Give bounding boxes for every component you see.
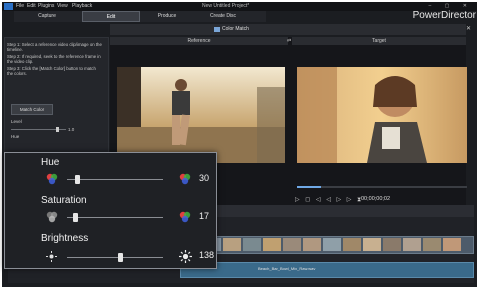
hue-label: Hue bbox=[41, 157, 60, 168]
close-icon[interactable]: ✕ bbox=[466, 25, 471, 32]
clip-thumbnail bbox=[363, 238, 381, 251]
menu-playback[interactable]: Playback bbox=[72, 2, 92, 11]
adjustment-zoom-panel: Hue 30 Saturation 17 Brightness 138 bbox=[4, 152, 217, 269]
hue-slider-handle[interactable] bbox=[74, 175, 80, 184]
document-title: New Untitled Project* bbox=[202, 3, 250, 9]
menu-plugins[interactable]: Plugins bbox=[38, 2, 54, 11]
playback-progress-fill bbox=[297, 186, 321, 188]
video-clip-track[interactable] bbox=[180, 236, 474, 254]
clip-thumbnail bbox=[263, 238, 281, 251]
clip-thumbnail bbox=[323, 238, 341, 251]
mode-tabs: Capture Edit Produce Create Disc bbox=[14, 11, 266, 22]
timecode: 00;00;00;02 bbox=[361, 196, 391, 202]
color-match-icon bbox=[214, 27, 220, 32]
menu-file[interactable]: File bbox=[16, 2, 24, 11]
hue-value: 30 bbox=[199, 173, 210, 183]
level-slider-handle[interactable] bbox=[56, 127, 59, 132]
clip-thumbnail bbox=[403, 238, 421, 251]
audio-clip-track[interactable] bbox=[180, 262, 474, 278]
clip-thumbnail bbox=[423, 238, 441, 251]
tab-create-disc[interactable]: Create Disc bbox=[194, 11, 252, 22]
saturation-value: 17 bbox=[199, 211, 210, 221]
title-bar: File Edit Plugins View Playback New Unti… bbox=[2, 2, 477, 11]
sun-bright-icon bbox=[179, 250, 192, 263]
color-wheel-icon bbox=[179, 211, 191, 223]
sun-dim-icon bbox=[46, 251, 57, 262]
target-header: Target bbox=[292, 37, 466, 45]
clip-thumbnail bbox=[223, 238, 241, 251]
match-color-button[interactable]: Match Color bbox=[11, 104, 53, 115]
clip-thumbnail bbox=[443, 238, 461, 251]
brightness-label: Brightness bbox=[41, 233, 89, 244]
hue-slider-track[interactable] bbox=[67, 179, 163, 180]
clip-thumbnail bbox=[243, 238, 261, 251]
step-2-text: Step 2: If required, seek to the referen… bbox=[7, 54, 101, 64]
app-logo-icon bbox=[4, 3, 13, 10]
menu-view[interactable]: View bbox=[57, 2, 68, 11]
color-wheel-icon bbox=[46, 173, 58, 185]
target-frame-image bbox=[297, 67, 467, 163]
audio-clip-name: Beach_Bar_Bowl_Mix_Raw.wav bbox=[258, 266, 316, 271]
saturation-slider-handle[interactable] bbox=[72, 213, 78, 222]
level-label: Level bbox=[11, 119, 22, 124]
clip-thumbnail bbox=[383, 238, 401, 251]
step-1-text: Step 1: Select a reference video clip/im… bbox=[7, 42, 102, 52]
saturation-icon bbox=[46, 211, 58, 223]
reference-video bbox=[117, 67, 285, 163]
dialog-header bbox=[110, 24, 466, 35]
brightness-slider-handle[interactable] bbox=[117, 253, 123, 262]
saturation-label: Saturation bbox=[41, 195, 87, 206]
saturation-slider-track[interactable] bbox=[67, 217, 163, 218]
reference-header: Reference bbox=[110, 37, 288, 45]
playback-controls[interactable]: ▷ ◻ ◁ ◁ ▷ ▷ ⧗ bbox=[295, 196, 363, 204]
playback-progress-track[interactable] bbox=[297, 186, 467, 188]
tab-produce[interactable]: Produce bbox=[138, 11, 196, 22]
level-value: 1.0 bbox=[68, 127, 75, 132]
dialog-title: Color Match bbox=[222, 26, 249, 32]
hue-mini-label: Hue bbox=[11, 134, 20, 139]
tab-capture[interactable]: Capture bbox=[18, 11, 76, 22]
step-3-text: Step 3: Click the [Match Color] button t… bbox=[7, 66, 96, 76]
brand-name: PowerDirector bbox=[412, 10, 476, 21]
reference-frame-image bbox=[117, 67, 285, 163]
color-wheel-icon bbox=[179, 173, 191, 185]
target-video bbox=[297, 67, 467, 163]
clip-thumbnail bbox=[303, 238, 321, 251]
brightness-slider-track[interactable] bbox=[67, 257, 163, 258]
menu-edit[interactable]: Edit bbox=[27, 2, 36, 11]
clip-thumbnail bbox=[343, 238, 361, 251]
tab-edit[interactable]: Edit bbox=[82, 11, 140, 22]
swap-icon[interactable]: ⇄ bbox=[287, 38, 291, 44]
brightness-value: 138 bbox=[199, 250, 215, 260]
clip-thumbnail bbox=[283, 238, 301, 251]
instructions: Step 1: Select a reference video clip/im… bbox=[7, 42, 102, 78]
